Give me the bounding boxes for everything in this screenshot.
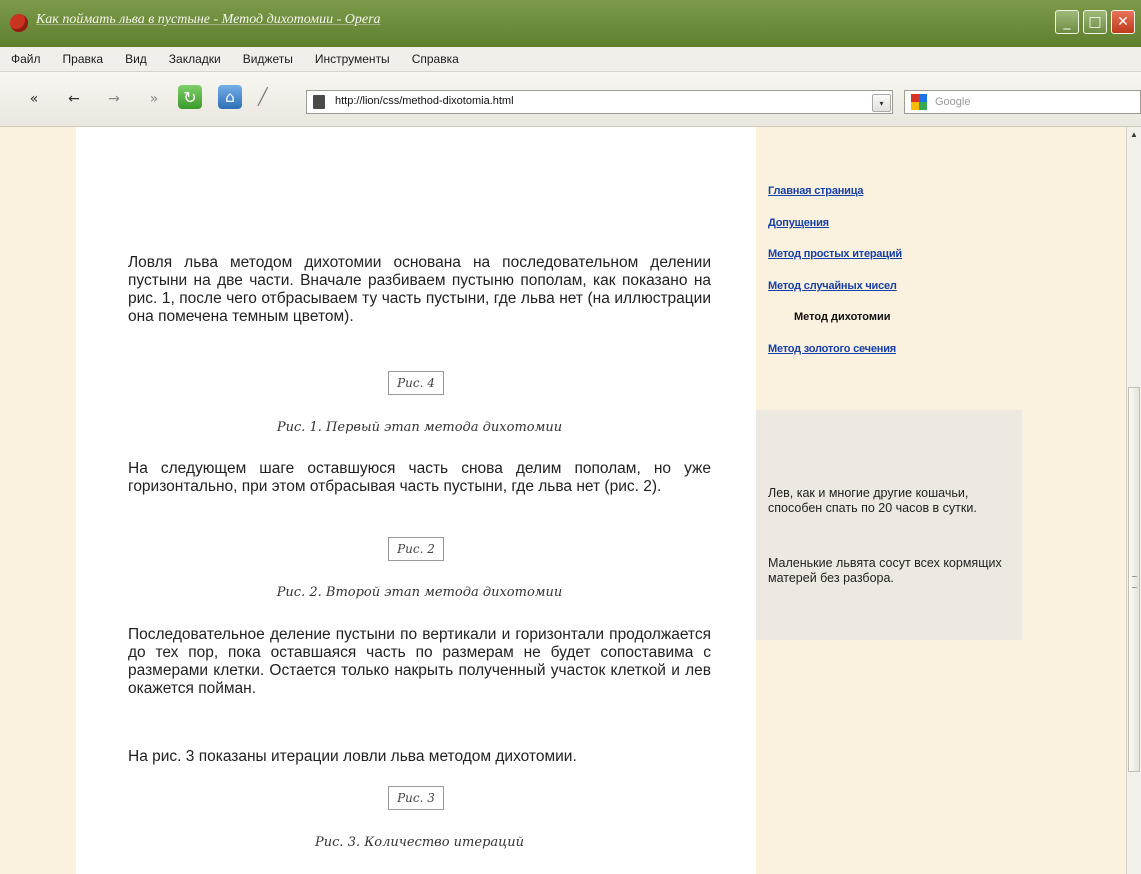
menu-file[interactable]: Файл bbox=[0, 52, 52, 66]
paragraph-step2: На следующем шаге оставшуюся часть снова… bbox=[128, 460, 711, 495]
paragraph-process: Последовательное деление пустыни по верт… bbox=[128, 626, 711, 697]
address-input[interactable]: http://lion/css/method-dixotomia.html bbox=[335, 95, 514, 107]
nav-link-assumptions[interactable]: Допущения bbox=[768, 217, 829, 229]
maximize-button[interactable]: □ bbox=[1083, 10, 1107, 34]
page-viewport: Ловля льва методом дихотомии основана на… bbox=[0, 127, 1126, 874]
fact-sleep: Лев, как и многие другие кошачьи, способ… bbox=[768, 486, 977, 515]
figure-1-caption: Рис. 1. Первый этап метода дихотомии bbox=[276, 420, 563, 435]
menu-widgets[interactable]: Виджеты bbox=[232, 52, 304, 66]
page-icon bbox=[313, 95, 325, 109]
fact-box: Лев, как и многие другие кошачьи, способ… bbox=[756, 410, 1022, 640]
fact-cubs: Маленькие львята сосут всех кормящих мат… bbox=[768, 556, 1002, 585]
google-logo-icon[interactable] bbox=[911, 94, 927, 110]
home-icon[interactable]: ⌂ bbox=[218, 85, 242, 109]
menu-edit[interactable]: Правка bbox=[52, 52, 115, 66]
minimize-button[interactable]: _ bbox=[1055, 10, 1079, 34]
menu-tools[interactable]: Инструменты bbox=[304, 52, 401, 66]
opera-logo-icon bbox=[10, 14, 28, 32]
vertical-scrollbar[interactable]: ▲ bbox=[1126, 127, 1141, 874]
search-input[interactable]: Google bbox=[935, 96, 970, 108]
nav-link-home[interactable]: Главная страница bbox=[768, 185, 864, 197]
paragraph-intro: Ловля льва методом дихотомии основана на… bbox=[128, 254, 711, 325]
menu-bar: Файл Правка Вид Закладки Виджеты Инструм… bbox=[0, 47, 1141, 72]
forward-icon[interactable]: → bbox=[102, 88, 126, 110]
menu-help[interactable]: Справка bbox=[401, 52, 470, 66]
nav-link-golden-section[interactable]: Метод золотого сечения bbox=[768, 343, 896, 355]
address-bar[interactable]: http://lion/css/method-dixotomia.html bbox=[306, 90, 893, 114]
fast-forward-icon[interactable]: » bbox=[142, 88, 166, 110]
wand-icon[interactable]: ╱ bbox=[258, 87, 268, 106]
back-icon[interactable]: ← bbox=[62, 88, 86, 110]
window-title: Как поймать льва в пустыне - Метод дихот… bbox=[36, 12, 381, 27]
close-button[interactable]: ✕ bbox=[1111, 10, 1135, 34]
figure-1-image: Рис. 4 bbox=[388, 371, 444, 395]
scroll-thumb[interactable] bbox=[1128, 387, 1140, 772]
scroll-grip-icon bbox=[1132, 576, 1137, 588]
figure-2-caption: Рис. 2. Второй этап метода дихотомии bbox=[276, 585, 563, 600]
menu-bookmarks[interactable]: Закладки bbox=[158, 52, 232, 66]
rewind-icon[interactable]: « bbox=[22, 88, 46, 110]
nav-link-random-numbers[interactable]: Метод случайных чисел bbox=[768, 280, 897, 292]
reload-icon[interactable]: ↻ bbox=[178, 85, 202, 109]
nav-link-simple-iterations[interactable]: Метод простых итераций bbox=[768, 248, 902, 260]
address-dropdown-icon[interactable]: ▾ bbox=[872, 94, 891, 112]
sidebar: Главная страница Допущения Метод простых… bbox=[756, 127, 1126, 874]
left-margin bbox=[0, 127, 76, 874]
scroll-up-icon[interactable]: ▲ bbox=[1127, 127, 1141, 141]
menu-view[interactable]: Вид bbox=[114, 52, 158, 66]
paragraph-iterations: На рис. 3 показаны итерации ловли льва м… bbox=[128, 748, 577, 765]
title-bar: Как поймать льва в пустыне - Метод дихот… bbox=[0, 0, 1141, 48]
figure-2-image: Рис. 2 bbox=[388, 537, 444, 561]
nav-current-dichotomy: Метод дихотомии bbox=[794, 311, 891, 323]
figure-3-image: Рис. 3 bbox=[388, 786, 444, 810]
window-controls: _ □ ✕ bbox=[1055, 10, 1135, 34]
figure-3-caption: Рис. 3. Количество итераций bbox=[315, 835, 524, 850]
article-content: Ловля льва методом дихотомии основана на… bbox=[76, 127, 756, 874]
search-box[interactable]: Google bbox=[904, 90, 1141, 114]
